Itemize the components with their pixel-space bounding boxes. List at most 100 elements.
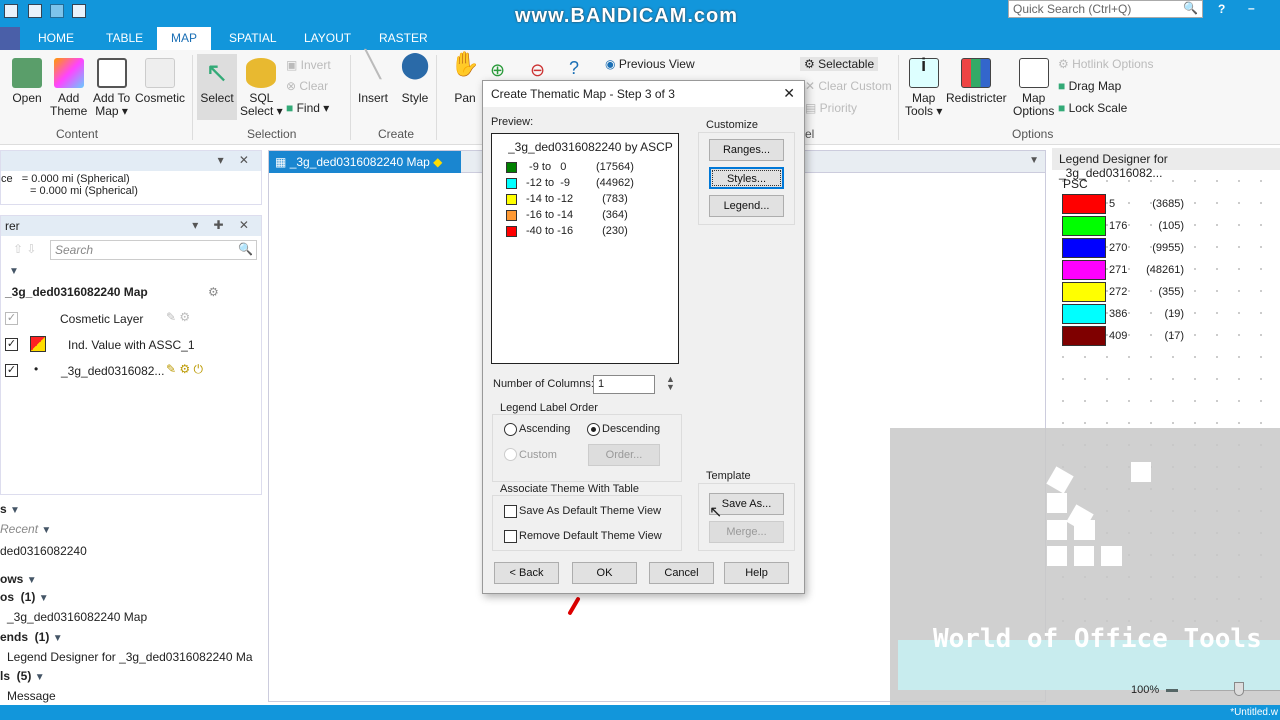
add-theme-button[interactable]: Add Theme [50,58,87,118]
custom-radio[interactable] [504,448,517,461]
layer-label: Cosmetic Layer [60,312,144,326]
color-swatch [1062,304,1106,324]
file-tab[interactable] [0,27,20,50]
theme-layer-checkbox[interactable]: ✓ [5,338,18,351]
layer-label: _3g_ded0316082... [61,364,165,378]
map-node[interactable]: _3g_ded0316082240 Map [5,285,148,299]
collapse-icon[interactable]: ▼ [9,266,19,277]
pin-icon[interactable]: ◆ [433,155,442,169]
merge-button[interactable]: Merge... [709,521,784,543]
lock-scale-button[interactable]: ■ Lock Scale [1058,101,1127,115]
tab-table[interactable]: TABLE [96,27,153,50]
columns-spinner[interactable]: ▲ ▼ [666,375,675,392]
select-button[interactable]: ↖ Select [197,54,237,120]
insert-button[interactable]: ╲ Insert [358,51,389,105]
map-window-tab[interactable]: ▦ _3g_ded0316082240 Map ◆ [269,151,461,173]
ranges-button[interactable]: Ranges... [709,139,784,161]
close-icon[interactable]: ✕ [783,85,795,102]
quick-access-icon[interactable] [28,4,42,18]
cosmetic-button[interactable]: Cosmetic [135,58,185,105]
tab-raster[interactable]: RASTER [369,27,438,50]
layer-tools-icon[interactable]: ✎ ⚙ ⏻ [166,362,203,377]
previous-view-button[interactable]: ◉ Previous View [605,57,695,71]
order-button[interactable]: Order... [588,444,660,466]
tab-map[interactable]: MAP [157,27,212,50]
save-default-checkbox[interactable] [504,505,517,518]
selectable-toggle[interactable]: ⚙ Selectable [800,57,879,71]
edit-icon[interactable]: ✎ ⚙ [166,310,190,324]
panel-controls[interactable]: ▾ ✕ [218,153,255,167]
columns-input[interactable]: 1 [593,375,655,394]
color-swatch [506,162,517,173]
clear-custom-button[interactable]: ✕ Clear Custom [805,79,892,93]
windows-header[interactable]: ows ▼ [0,572,37,586]
columns-label: Number of Columns: [493,378,594,390]
search-placeholder: Search [55,243,94,257]
layer-search-input[interactable]: Search 🔍 [50,240,257,260]
open-button[interactable]: Open [12,58,42,105]
panel-controls[interactable]: ▾ ✚ ✕ [192,218,255,232]
style-button[interactable]: ⬤ Style [400,51,430,105]
descending-radio[interactable] [587,423,600,436]
dialog-title: Create Thematic Map - Step 3 of 3 [491,87,675,101]
checklist-icon [1018,58,1049,88]
tab-home[interactable]: HOME [28,27,84,50]
styles-button[interactable]: Styles... [709,167,784,189]
quick-access-icon[interactable] [4,4,18,18]
remove-default-checkbox[interactable] [504,530,517,543]
priority-button[interactable]: ▤ Priority [805,101,857,115]
point-style-icon[interactable]: • [34,362,38,376]
clear-button[interactable]: ⊗ Clear [286,79,328,93]
tab-spatial[interactable]: SPATIAL [219,27,287,50]
tools-group[interactable]: ls (5) ▼ [0,669,45,683]
table-layer-checkbox[interactable]: ✓ [5,364,18,377]
quick-access-icon[interactable] [50,4,64,18]
drag-map-button[interactable]: ■ Drag Map [1058,79,1121,93]
move-up-down-icons[interactable]: ⇧ ⇩ [13,242,36,256]
window-item-legend[interactable]: Legend Designer for _3g_ded0316082240 Ma [7,650,253,664]
help-circle-icon[interactable]: ? [569,58,579,79]
legends-group[interactable]: ends (1) ▼ [0,630,63,644]
hotlink-options-button[interactable]: ⚙ Hotlink Options [1058,57,1153,71]
legend-value: 409 [1109,330,1128,342]
maps-group[interactable]: os (1) ▼ [0,590,49,604]
help-button[interactable]: Help [724,562,789,584]
map-tools-button[interactable]: i Map Tools ▾ [905,56,942,118]
cancel-button[interactable]: Cancel [649,562,714,584]
insert-label: Insert [358,91,389,105]
find-button[interactable]: ■ Find ▾ [286,101,329,115]
tab-layout[interactable]: LAYOUT [294,27,361,50]
pan-button[interactable]: ✋ Pan [450,53,480,105]
tab-dropdown-icon[interactable]: ▼ [1029,155,1039,166]
quick-access-icon[interactable] [72,4,86,18]
measure-panel: ▾ ✕ ce = 0.000 mi (Spherical) = 0.000 mi… [0,150,262,205]
color-swatch [1062,326,1106,346]
window-item-message[interactable]: Message [7,689,56,703]
zoom-out-button[interactable] [1166,689,1178,692]
cosmetic-layer-checkbox[interactable]: ✓ [5,312,18,325]
hotlink-options-label: Hotlink Options [1072,57,1154,71]
recent-filter[interactable]: Recent ▼ [0,522,51,536]
add-to-map-button[interactable]: Add To Map ▾ [93,58,130,118]
ok-button[interactable]: OK [572,562,637,584]
find-label: Find [296,101,320,115]
redistricter-button[interactable]: Redistricter [946,58,1007,105]
help-button[interactable]: ? [1218,2,1225,16]
table-item[interactable]: ded0316082240 [0,544,87,558]
sql-select-button[interactable]: SQL Select ▾ [240,58,283,118]
zoom-slider-thumb[interactable] [1234,682,1244,696]
legend-button[interactable]: Legend... [709,195,784,217]
back-button[interactable]: < Back [494,562,559,584]
previous-view-label: Previous View [618,57,695,71]
map-settings-icon[interactable]: ⚙ [208,285,219,299]
ascending-label: Ascending [519,423,571,435]
zoom-in-icon[interactable]: ⊕ [490,60,505,81]
quick-search-input[interactable]: Quick Search (Ctrl+Q) 🔍 [1008,0,1203,18]
invert-button[interactable]: ▣ Invert [286,58,331,72]
window-item-map[interactable]: _3g_ded0316082240 Map [7,610,147,624]
tables-header[interactable]: s ▼ [0,502,20,516]
minimize-button[interactable]: – [1248,1,1255,15]
zoom-out-icon[interactable]: ⊖ [530,60,545,81]
ascending-radio[interactable] [504,423,517,436]
map-options-button[interactable]: Map Options [1013,58,1054,118]
